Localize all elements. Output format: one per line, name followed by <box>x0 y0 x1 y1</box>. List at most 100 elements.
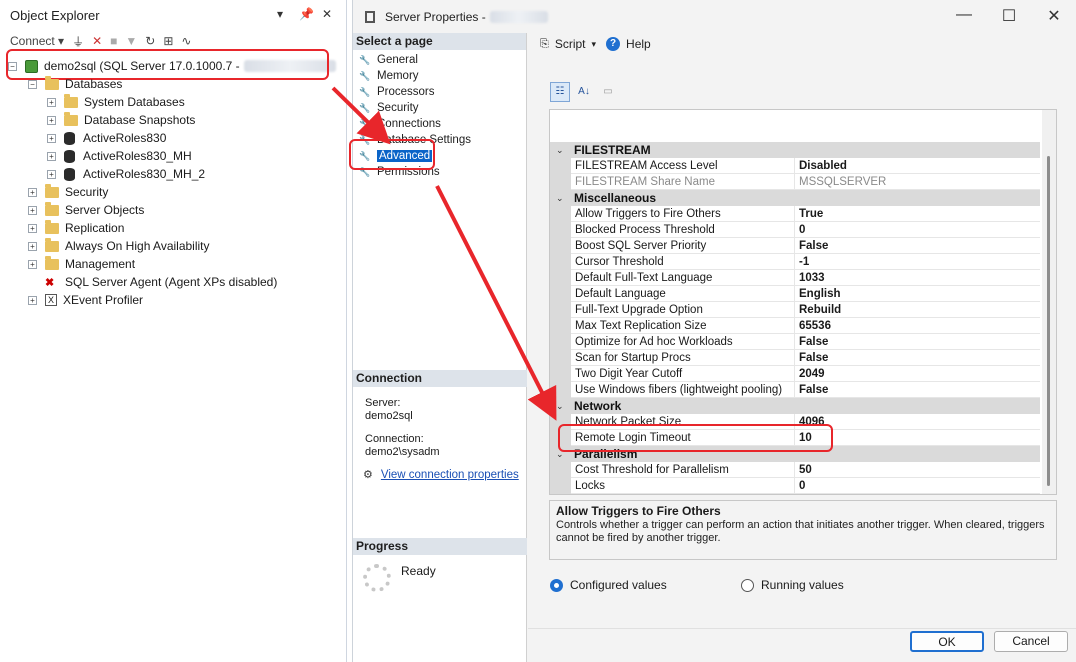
grid-scrollbar[interactable] <box>1042 110 1056 494</box>
property-row[interactable]: FILESTREAM Access Level Disabled <box>550 158 1040 174</box>
tree-item[interactable]: + System Databases <box>47 93 185 111</box>
expand-icon[interactable]: + <box>47 115 56 125</box>
property-row[interactable]: Max Text Replication Size 65536 <box>550 318 1040 334</box>
property-row[interactable]: Max Degree of Parallelism4 <box>550 494 1040 495</box>
collapse-chevron-icon[interactable]: ⌄ <box>556 398 564 414</box>
property-row[interactable]: Locks 0 <box>550 478 1040 494</box>
property-value[interactable]: MSSQLSERVER <box>795 174 1040 190</box>
tree-item[interactable]: + ActiveRoles830_MH <box>47 147 192 165</box>
property-row[interactable]: Blocked Process Threshold 0 <box>550 222 1040 238</box>
property-row[interactable]: Cost Threshold for Parallelism 50 <box>550 462 1040 478</box>
property-pages-icon[interactable]: ▭ <box>598 82 618 102</box>
tree-item[interactable]: + Management <box>28 255 135 273</box>
connect-button[interactable]: Connect ▾ <box>10 34 64 48</box>
tree-item[interactable]: − Databases <box>28 75 122 93</box>
pin-icon[interactable]: 📌 <box>299 7 314 21</box>
page-general[interactable]: 🔧 General <box>359 52 418 68</box>
property-row[interactable]: Two Digit Year Cutoff 2049 <box>550 366 1040 382</box>
filter-icon[interactable]: ▼ <box>125 34 137 48</box>
property-value[interactable]: English <box>795 286 1040 302</box>
stop-icon[interactable]: ■ <box>110 34 117 48</box>
expand-icon[interactable]: + <box>28 241 37 251</box>
expand-icon[interactable]: + <box>28 295 37 305</box>
help-button[interactable]: Help <box>626 37 651 51</box>
property-value[interactable]: 0 <box>795 478 1040 494</box>
ok-button[interactable]: OK <box>910 631 984 652</box>
property-value[interactable]: 4 <box>795 494 1040 495</box>
tree-item[interactable]: + ActiveRoles830 <box>47 129 166 147</box>
expand-icon[interactable]: + <box>47 169 56 179</box>
view-connection-properties-link[interactable]: View connection properties <box>381 469 519 481</box>
tree-item[interactable]: + Server Objects <box>28 201 144 219</box>
close-icon[interactable]: ✕ <box>322 7 332 21</box>
expand-icon[interactable]: + <box>47 133 56 143</box>
property-value[interactable]: 1033 <box>795 270 1040 286</box>
help-icon[interactable]: ? <box>606 37 621 51</box>
expand-icon[interactable]: + <box>28 205 37 215</box>
collapse-chevron-icon[interactable]: ⌄ <box>556 190 564 206</box>
tree-item[interactable]: + Security <box>28 183 108 201</box>
tree-item-label: Security <box>65 185 109 199</box>
tree-item[interactable]: +✖SQL Server Agent (Agent XPs disabled) <box>28 273 277 291</box>
property-value[interactable]: 0 <box>795 222 1040 238</box>
property-value[interactable]: 65536 <box>795 318 1040 334</box>
tree-item[interactable]: + Database Snapshots <box>47 111 195 129</box>
category-network[interactable]: ⌄ Network <box>550 398 1040 414</box>
page-processors[interactable]: 🔧 Processors <box>359 84 434 100</box>
properties-pane: ⎘ Script ▾ ? Help ☷ A↓ ▭ ⌄ FILESTREAM FILE… <box>528 33 1076 628</box>
property-value[interactable]: 2049 <box>795 366 1040 382</box>
property-value[interactable]: -1 <box>795 254 1040 270</box>
close-dialog-icon[interactable]: ✕ <box>1039 6 1069 26</box>
property-value[interactable]: False <box>795 350 1040 366</box>
property-value[interactable]: Disabled <box>795 158 1040 174</box>
scrollbar-thumb[interactable] <box>1047 156 1050 486</box>
expand-icon[interactable]: + <box>47 151 56 161</box>
expand-icon[interactable]: + <box>28 187 37 197</box>
disconnect-icon[interactable]: ✕ <box>92 34 102 48</box>
activity-icon[interactable]: ∿ <box>181 34 191 48</box>
property-row[interactable]: FILESTREAM Share Name MSSQLSERVER <box>550 174 1040 190</box>
category-filestream[interactable]: ⌄ FILESTREAM <box>550 142 1040 158</box>
property-row[interactable]: Scan for Startup Procs False <box>550 350 1040 366</box>
property-row[interactable]: Default Language English <box>550 286 1040 302</box>
connect-icon[interactable]: ⏚ <box>72 33 84 50</box>
property-value[interactable]: False <box>795 382 1040 398</box>
schema-icon[interactable]: ⊞ <box>163 34 173 48</box>
property-row[interactable]: Boost SQL Server Priority False <box>550 238 1040 254</box>
running-values-radio[interactable]: Running values <box>741 578 844 592</box>
cancel-button[interactable]: Cancel <box>994 631 1068 652</box>
property-value[interactable]: False <box>795 238 1040 254</box>
category-miscellaneous[interactable]: ⌄ Miscellaneous <box>550 190 1040 206</box>
expand-icon[interactable]: + <box>28 223 37 233</box>
property-row[interactable]: Cursor Threshold -1 <box>550 254 1040 270</box>
script-dropdown-icon[interactable]: ▾ <box>592 39 597 50</box>
maximize-icon[interactable]: ☐ <box>994 6 1024 26</box>
property-row[interactable]: Default Full-Text Language 1033 <box>550 270 1040 286</box>
property-value[interactable]: 50 <box>795 462 1040 478</box>
tree-item[interactable]: + Always On High Availability <box>28 237 210 255</box>
property-value[interactable]: Rebuild <box>795 302 1040 318</box>
minimize-icon[interactable]: — <box>949 6 979 24</box>
alphabetical-sort-icon[interactable]: A↓ <box>574 82 594 102</box>
expand-icon[interactable]: + <box>47 97 56 107</box>
property-value[interactable]: True <box>795 206 1040 222</box>
categorized-view-icon[interactable]: ☷ <box>550 82 570 102</box>
tree-item[interactable]: + ActiveRoles830_MH_2 <box>47 165 205 183</box>
property-row[interactable]: Full-Text Upgrade Option Rebuild <box>550 302 1040 318</box>
collapse-icon[interactable]: − <box>28 79 37 89</box>
property-row[interactable]: Optimize for Ad hoc Workloads False <box>550 334 1040 350</box>
property-value[interactable]: False <box>795 334 1040 350</box>
configured-values-radio[interactable]: Configured values <box>550 578 667 592</box>
expand-icon[interactable]: + <box>28 259 37 269</box>
property-row[interactable]: Use Windows fibers (lightweight pooling)… <box>550 382 1040 398</box>
refresh-icon[interactable]: ↻ <box>145 34 155 48</box>
page-connections[interactable]: 🔧 Connections <box>359 116 441 132</box>
dropdown-icon[interactable]: ▾ <box>277 7 283 21</box>
collapse-chevron-icon[interactable]: ⌄ <box>556 142 564 158</box>
tree-item[interactable]: + Replication <box>28 219 124 237</box>
page-security[interactable]: 🔧 Security <box>359 100 418 116</box>
tree-item[interactable]: + X XEvent Profiler <box>28 291 143 309</box>
page-memory[interactable]: 🔧 Memory <box>359 68 418 84</box>
script-button[interactable]: Script <box>555 37 586 51</box>
property-row[interactable]: Allow Triggers to Fire Others True <box>550 206 1040 222</box>
